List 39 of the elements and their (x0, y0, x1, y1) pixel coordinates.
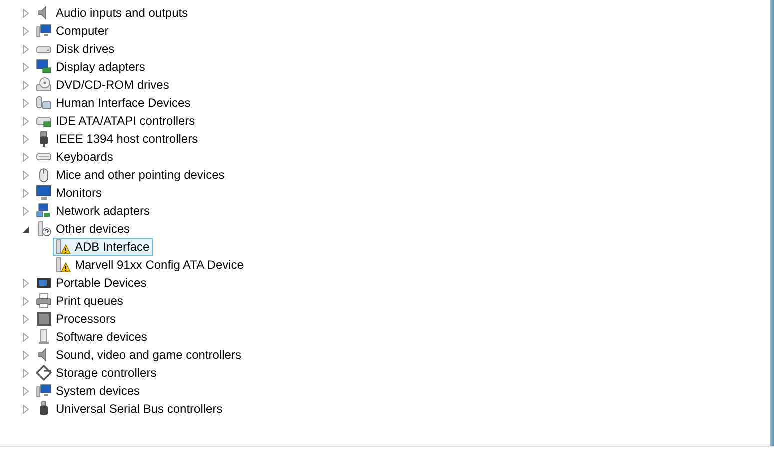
tree-item[interactable]: Monitors (34, 184, 106, 202)
portable-device-icon (36, 275, 52, 291)
computer-icon (36, 23, 52, 39)
tree-item[interactable]: Mice and other pointing devices (34, 166, 228, 184)
tree-item[interactable]: IEEE 1394 host controllers (34, 130, 202, 148)
tree-item[interactable]: Universal Serial Bus controllers (34, 400, 226, 418)
tree-item[interactable]: IDE ATA/ATAPI controllers (34, 112, 198, 130)
warning-device-icon (55, 239, 71, 255)
tree-item[interactable]: Keyboards (34, 148, 116, 166)
tree-item[interactable]: System devices (34, 382, 144, 400)
tree-item[interactable]: Audio inputs and outputs (34, 4, 192, 22)
tree-item[interactable]: Disk drives (34, 40, 118, 58)
tree-item[interactable]: Software devices (34, 328, 150, 346)
tree-item[interactable]: ADB Interface (53, 238, 153, 256)
display-icon (36, 59, 52, 75)
tree-item[interactable]: Network adapters (34, 202, 154, 220)
hid-icon (36, 95, 52, 111)
monitor-icon (36, 185, 52, 201)
tree-item[interactable]: Display adapters (34, 58, 148, 76)
unknown-device-icon (36, 221, 52, 237)
disc-drive-icon (36, 77, 52, 93)
tree-item[interactable]: Human Interface Devices (34, 94, 194, 112)
tree-item[interactable]: Computer (34, 22, 112, 40)
tree-item[interactable]: Portable Devices (34, 274, 150, 292)
tree-item[interactable]: Other devices (34, 220, 134, 238)
tree-item[interactable]: DVD/CD-ROM drives (34, 76, 172, 94)
tree-item[interactable]: Sound, video and game controllers (34, 346, 244, 364)
network-icon (36, 203, 52, 219)
software-device-icon (36, 329, 52, 345)
printer-icon (36, 293, 52, 309)
processor-icon (36, 311, 52, 327)
tree-item[interactable]: Print queues (34, 292, 126, 310)
tree-item[interactable]: Storage controllers (34, 364, 160, 382)
tree-item[interactable]: Marvell 91xx Config ATA Device (53, 256, 247, 274)
computer-icon (36, 383, 52, 399)
expander-icon[interactable] (22, 224, 30, 234)
warning-device-icon (55, 257, 71, 273)
storage-icon (36, 365, 52, 381)
tree-item[interactable]: Processors (34, 310, 120, 328)
